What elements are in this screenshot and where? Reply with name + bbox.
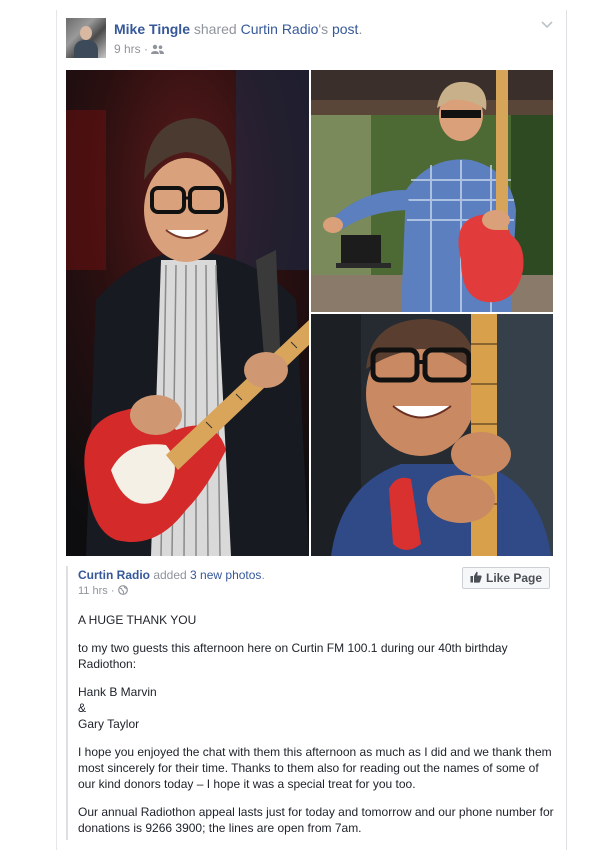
shared-period: . xyxy=(261,568,265,582)
text-ampersand: & xyxy=(78,701,87,715)
author-link[interactable]: Mike Tingle xyxy=(114,21,190,37)
meta-separator: · xyxy=(140,42,152,56)
post-link[interactable]: post xyxy=(332,21,358,37)
chevron-down-icon[interactable] xyxy=(540,18,554,32)
shared-header: Curtin Radio added 3 new photos. xyxy=(78,568,265,582)
shared-page-link[interactable]: Curtin Radio xyxy=(78,568,150,582)
like-page-button[interactable]: Like Page xyxy=(462,567,550,589)
text-guest-1: Hank B Marvin xyxy=(78,685,157,699)
post-text: A HUGE THANK YOU to my two guests this a… xyxy=(78,612,558,836)
added-text: added xyxy=(150,568,191,582)
text-line-5: Our annual Radiothon appeal lasts just f… xyxy=(78,805,554,835)
post-time[interactable]: 9 hrs xyxy=(114,42,141,56)
page-link[interactable]: Curtin Radio xyxy=(241,21,319,37)
shared-time[interactable]: 11 hrs xyxy=(78,585,108,597)
photo-3[interactable] xyxy=(311,314,553,556)
photo-1[interactable] xyxy=(66,70,309,556)
text-guest-2: Gary Taylor xyxy=(78,717,140,731)
possessive-text: 's xyxy=(318,21,332,37)
photo-2[interactable] xyxy=(311,70,553,312)
text-line-4: I hope you enjoyed the chat with them th… xyxy=(78,745,552,791)
post-header: Mike Tingle shared Curtin Radio's post. xyxy=(114,21,362,37)
shared-text: shared xyxy=(189,21,241,37)
avatar[interactable] xyxy=(66,18,106,58)
globe-icon[interactable] xyxy=(117,585,128,597)
text-line-1: A HUGE THANK YOU xyxy=(78,613,197,627)
photos-link[interactable]: 3 new photos xyxy=(190,568,261,582)
thumbs-up-icon xyxy=(470,571,482,585)
text-line-2: to my two guests this afternoon here on … xyxy=(78,641,508,671)
shared-meta: 11 hrs · xyxy=(78,585,128,597)
post-meta: 9 hrs · xyxy=(114,42,165,56)
period-text: . xyxy=(358,21,363,37)
like-page-label: Like Page xyxy=(485,571,543,585)
shared-post-border xyxy=(66,566,68,840)
shared-meta-separator: · xyxy=(107,585,118,597)
friends-icon[interactable] xyxy=(151,42,165,56)
